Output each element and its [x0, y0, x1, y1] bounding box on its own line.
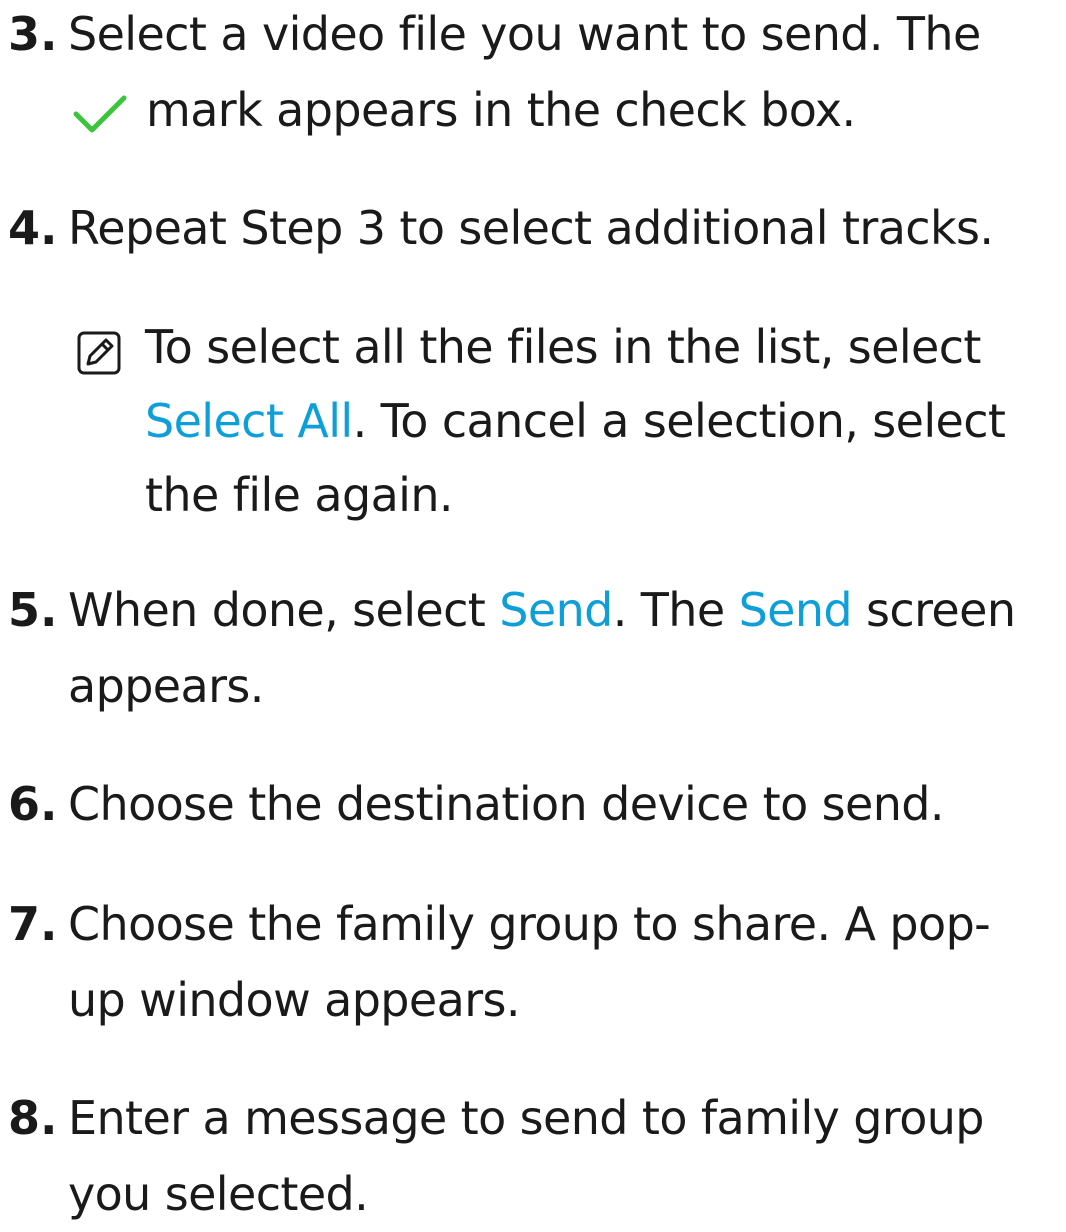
step-line: up window appears. — [68, 973, 521, 1027]
step-text: Choose the destination device to send. — [68, 766, 1058, 842]
step-line: Choose the family group to share. A pop- — [68, 897, 991, 951]
step-text: Enter a message to send to family group … — [68, 1080, 1058, 1232]
step-number: 4. — [8, 201, 58, 255]
step-6: 6. Choose the destination device to send… — [0, 766, 1060, 842]
checkmark-icon-holder — [68, 76, 146, 152]
step-number: 6. — [8, 777, 58, 831]
step-number: 5. — [8, 583, 58, 637]
step-8: 8. Enter a message to send to family gro… — [0, 1080, 1060, 1232]
checkmark-icon — [73, 95, 127, 132]
step-text: Choose the family group to share. A pop-… — [68, 886, 1058, 1038]
send-screen-link: Send — [738, 583, 853, 637]
step-number: 3. — [8, 7, 58, 61]
note-line: the file again. — [145, 468, 454, 522]
note-line: To select all the files in the list, sel… — [145, 320, 981, 374]
step-line-text: screen — [852, 583, 1016, 637]
step-7: 7. Choose the family group to share. A p… — [0, 886, 1060, 1038]
step-number: 8. — [8, 1091, 58, 1145]
note-pencil-icon — [77, 331, 121, 375]
step-line-text: mark appears in the check box. — [146, 83, 856, 137]
select-all-link: Select All — [145, 394, 353, 448]
step-text: Repeat Step 3 to select additional track… — [68, 190, 1058, 266]
step-line: you selected. — [68, 1167, 369, 1221]
step-line: Repeat Step 3 to select additional track… — [68, 201, 994, 255]
instructions-page: 3. Select a video file you want to send.… — [0, 0, 1066, 1221]
step-line: mark appears in the check box. — [68, 72, 1058, 152]
note-line-text: . To cancel a selection, select — [352, 394, 1006, 448]
note-line: Select All. To cancel a selection, selec… — [145, 384, 1060, 458]
step-4: 4. Repeat Step 3 to select additional tr… — [0, 190, 1060, 266]
step-text: When done, select Send. The Send screen … — [68, 572, 1058, 724]
step-3: 3. Select a video file you want to send.… — [0, 0, 1060, 148]
step-line-text: When done, select — [68, 583, 500, 637]
step-number: 7. — [8, 897, 58, 951]
step-5: 5. When done, select Send. The Send scre… — [0, 572, 1060, 724]
send-link: Send — [499, 583, 613, 637]
step-line: Choose the destination device to send. — [68, 777, 944, 831]
note-text: To select all the files in the list, sel… — [145, 310, 1060, 532]
note-block: To select all the files in the list, sel… — [0, 310, 1060, 532]
step-line-text: . The — [612, 583, 739, 637]
step-line: When done, select Send. The Send screen — [68, 572, 1058, 648]
step-line: appears. — [68, 659, 264, 713]
step-line: Enter a message to send to family group — [68, 1091, 985, 1145]
step-text: Select a video file you want to send. Th… — [68, 0, 1058, 152]
step-line: Select a video file you want to send. Th… — [68, 7, 981, 61]
